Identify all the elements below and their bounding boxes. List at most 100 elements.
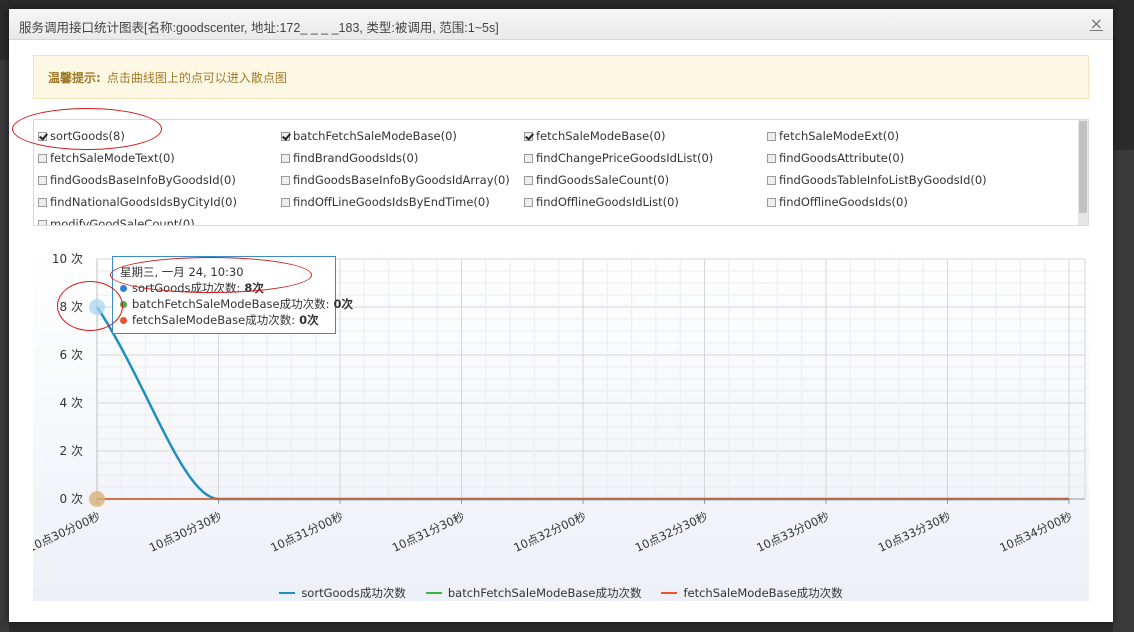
method-checkbox-label: sortGoods(8) — [50, 129, 125, 143]
method-checkbox-item[interactable]: findGoodsTableInfoListByGoodsId(0) — [767, 169, 1010, 191]
tooltip-value: 0次 — [299, 313, 319, 327]
method-checkbox-item[interactable]: findChangePriceGoodsIdList(0) — [524, 147, 767, 169]
tooltip-label: fetchSaleModeBase成功次数: — [132, 313, 296, 327]
y-tick-label: 4 次 — [60, 396, 83, 410]
method-checkbox-panel: sortGoods(8) batchFetchSaleModeBase(0) fet… — [33, 119, 1089, 226]
method-checkbox-item[interactable]: findGoodsAttribute(0) — [767, 147, 1010, 169]
checkbox-unchecked-icon[interactable] — [38, 153, 47, 163]
checkbox-unchecked-icon[interactable] — [38, 197, 47, 207]
y-tick-label: 2 次 — [60, 444, 83, 458]
method-checkbox-label: findGoodsAttribute(0) — [779, 151, 905, 165]
method-checkbox-item[interactable]: findGoodsSaleCount(0) — [524, 169, 767, 191]
legend-item[interactable]: fetchSaleModeBase成功次数 — [661, 585, 843, 601]
method-checkbox-label: findNationalGoodsIdsByCityId(0) — [50, 195, 237, 209]
x-tick-label: 10点30分00秒 — [33, 509, 102, 555]
tooltip-value: 8次 — [244, 281, 264, 295]
legend-swatch — [425, 592, 442, 594]
checkbox-unchecked-icon[interactable] — [281, 197, 290, 207]
checkbox-unchecked-icon[interactable] — [524, 153, 533, 163]
tooltip-value: 0次 — [333, 297, 353, 311]
method-checkbox-item[interactable]: findBrandGoodsIds(0) — [281, 147, 524, 169]
chart-area: 0 次 2 次 4 次 6 次 8 次 10 次 10点30分00秒 10点30分30秒 10点… — [33, 245, 1089, 601]
method-checkbox-label: findGoodsBaseInfoByGoodsId(0) — [50, 173, 236, 187]
x-tick-label: 10点33分00秒 — [754, 509, 831, 555]
legend-item[interactable]: sortGoods成功次数 — [279, 585, 406, 601]
method-checkbox-item[interactable]: findOfflineGoodsIds(0) — [767, 191, 1010, 213]
legend-label: batchFetchSaleModeBase成功次数 — [447, 586, 642, 600]
method-checkbox-label: findGoodsSaleCount(0) — [536, 173, 670, 187]
method-checkbox-item[interactable]: findNationalGoodsIdsByCityId(0) — [38, 191, 281, 213]
legend-label: fetchSaleModeBase成功次数 — [683, 586, 843, 600]
backdrop-left — [0, 60, 9, 632]
method-checkbox-label: findGoodsBaseInfoByGoodsIdArray(0) — [293, 173, 510, 187]
y-tick-label: 8 次 — [60, 300, 83, 314]
checkbox-unchecked-icon[interactable] — [524, 175, 533, 185]
tooltip-row-batchfetch: batchFetchSaleModeBase成功次数: 0次 — [120, 296, 353, 312]
tip-label: 温馨提示: — [48, 71, 101, 85]
checkbox-checked-icon[interactable] — [38, 131, 47, 141]
backdrop-right — [1113, 150, 1134, 632]
checkbox-unchecked-icon[interactable] — [524, 197, 533, 207]
checkbox-unchecked-icon[interactable] — [38, 175, 47, 185]
checkbox-panel-scrollbar[interactable] — [1078, 120, 1088, 225]
tip-text: 点击曲线图上的点可以进入散点图 — [106, 71, 287, 85]
dialog-header: 服务调用接口统计图表[名称:goodscenter, 地址:172_ _ _ _… — [9, 9, 1113, 40]
tooltip-label: sortGoods成功次数: — [132, 281, 241, 295]
checkbox-unchecked-icon[interactable] — [767, 153, 776, 163]
method-checkbox-item[interactable]: fetchSaleModeText(0) — [38, 147, 281, 169]
checkbox-unchecked-icon[interactable] — [281, 153, 290, 163]
tooltip-dot-icon — [120, 300, 127, 308]
method-checkbox-item[interactable]: modifyGoodSaleCount(0) — [38, 213, 281, 226]
x-tick-label: 10点34分00秒 — [997, 509, 1074, 555]
x-tick-label: 10点30分30秒 — [147, 509, 224, 555]
method-checkbox-item[interactable]: sortGoods(8) — [38, 125, 281, 147]
method-checkbox-label: modifyGoodSaleCount(0) — [50, 217, 195, 226]
x-tick-label: 10点31分00秒 — [268, 509, 345, 555]
method-checkbox-label: findOfflineGoodsIds(0) — [779, 195, 908, 209]
method-checkbox-item[interactable]: findGoodsBaseInfoByGoodsId(0) — [38, 169, 281, 191]
y-tick-label: 0 次 — [60, 492, 83, 506]
tooltip-row-sortgoods: sortGoods成功次数: 8次 — [120, 280, 335, 296]
method-checkbox-item[interactable]: findOffLineGoodsIdsByEndTime(0) — [281, 191, 524, 213]
checkbox-unchecked-icon[interactable] — [38, 219, 47, 225]
checkbox-checked-icon[interactable] — [281, 131, 290, 141]
method-checkbox-item[interactable]: findGoodsBaseInfoByGoodsIdArray(0) — [281, 169, 524, 191]
chart-tooltip: 星期三, 一月 24, 10:30 sortGoods成功次数: 8次 batch… — [112, 256, 353, 334]
method-checkbox-label: fetchSaleModeExt(0) — [779, 129, 900, 143]
y-tick-label: 6 次 — [60, 348, 83, 362]
method-checkbox-item[interactable]: batchFetchSaleModeBase(0) — [281, 125, 524, 147]
legend-item[interactable]: batchFetchSaleModeBase成功次数 — [425, 585, 642, 601]
checkbox-unchecked-icon[interactable] — [767, 131, 776, 141]
checkbox-unchecked-icon[interactable] — [767, 175, 776, 185]
method-checkbox-label: findBrandGoodsIds(0) — [293, 151, 419, 165]
x-tick-label: 10点33分30秒 — [876, 509, 953, 555]
x-tick-label: 10点31分30秒 — [390, 509, 467, 555]
tooltip-row-fetchsalemode: fetchSaleModeBase成功次数: 0次 — [120, 312, 335, 328]
dialog-title: 服务调用接口统计图表[名称:goodscenter, 地址:172_ _ _ _… — [19, 21, 499, 35]
checkbox-checked-icon[interactable] — [524, 131, 533, 141]
method-checkbox-item[interactable]: findOfflineGoodsIdList(0) — [524, 191, 767, 213]
x-tick-label: 10点32分00秒 — [511, 509, 588, 555]
method-checkbox-label: fetchSaleModeBase(0) — [536, 129, 666, 143]
checkbox-unchecked-icon[interactable] — [767, 197, 776, 207]
checkbox-unchecked-icon[interactable] — [281, 175, 290, 185]
tooltip-label: batchFetchSaleModeBase成功次数: — [132, 297, 330, 311]
chart-legend: sortGoods成功次数 batchFetchSaleModeBase成功次数 f… — [33, 585, 1089, 601]
x-tick-label: 10点32分30秒 — [633, 509, 710, 555]
method-checkbox-grid: sortGoods(8) batchFetchSaleModeBase(0) fet… — [38, 125, 1076, 226]
method-checkbox-label: findOfflineGoodsIdList(0) — [536, 195, 679, 209]
chart-dialog: 服务调用接口统计图表[名称:goodscenter, 地址:172_ _ _ _… — [9, 9, 1113, 622]
tooltip-dot-icon — [120, 284, 127, 292]
legend-swatch — [279, 592, 296, 594]
tip-banner: 温馨提示: 点击曲线图上的点可以进入散点图 — [33, 55, 1089, 99]
data-point-zero-hover — [89, 491, 105, 507]
legend-label: sortGoods成功次数 — [301, 586, 406, 600]
close-button[interactable]: × — [1090, 14, 1103, 33]
scrollbar-thumb[interactable] — [1079, 121, 1087, 213]
method-checkbox-label: findOffLineGoodsIdsByEndTime(0) — [293, 195, 490, 209]
method-checkbox-item[interactable]: fetchSaleModeBase(0) — [524, 125, 767, 147]
method-checkbox-item[interactable]: fetchSaleModeExt(0) — [767, 125, 1010, 147]
tooltip-header: 星期三, 一月 24, 10:30 — [120, 265, 244, 279]
method-checkbox-label: fetchSaleModeText(0) — [50, 151, 175, 165]
legend-swatch — [661, 592, 678, 594]
